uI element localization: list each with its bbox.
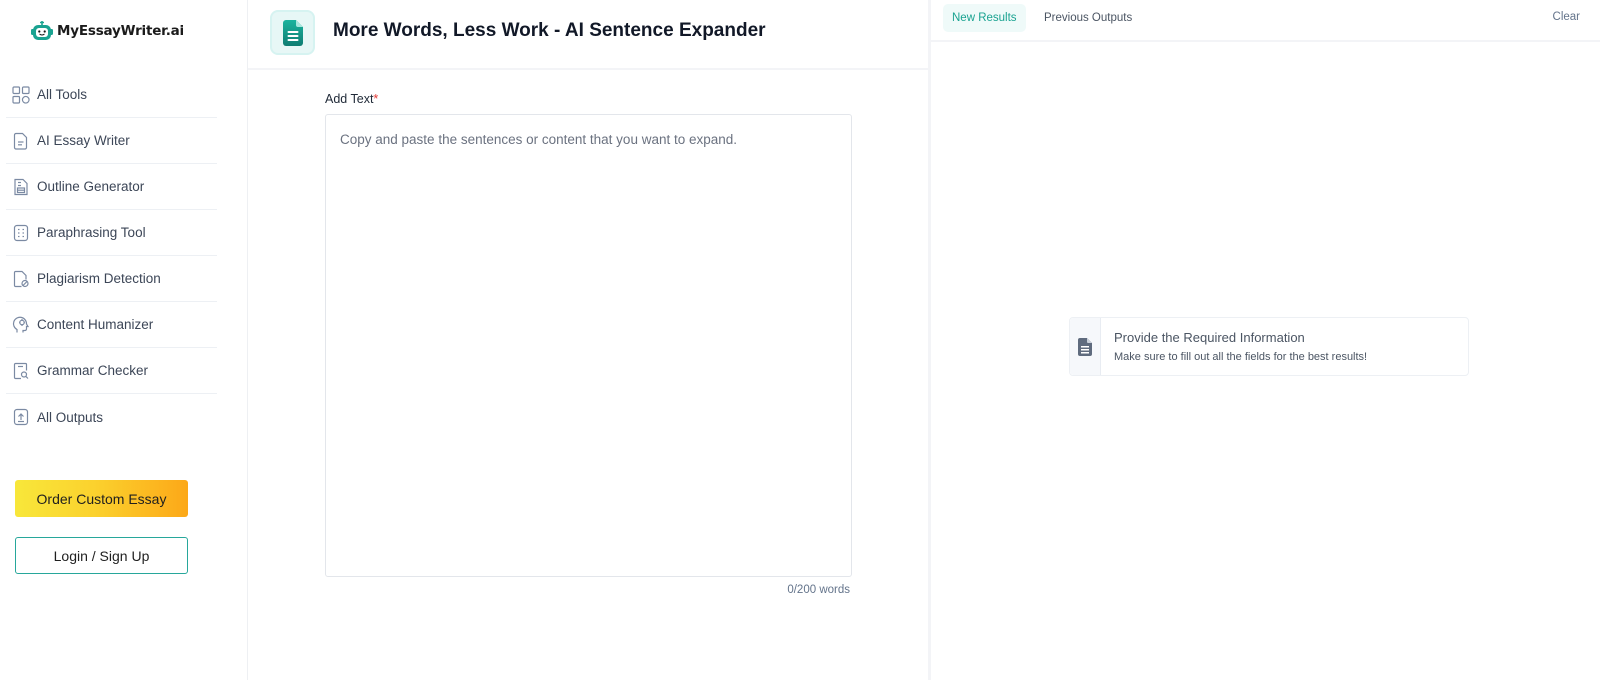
word-count: 0/200 words <box>787 584 850 596</box>
sidebar-item-label: Paraphrasing Tool <box>37 225 146 240</box>
sidebar-item-label: All Outputs <box>37 409 104 425</box>
main-panel: More Words, Less Work - AI Sentence Expa… <box>248 0 931 680</box>
empty-state-text: Provide the Required Information Make su… <box>1101 318 1367 375</box>
tab-previous-outputs[interactable]: Previous Outputs <box>1035 4 1141 32</box>
outline-icon <box>12 178 30 196</box>
add-text-input[interactable] <box>325 114 852 577</box>
login-signup-button[interactable]: Login / Sign Up <box>15 537 188 574</box>
plagiarism-icon <box>12 270 30 288</box>
sidebar-item-label: Outline Generator <box>37 179 145 194</box>
add-text-label: Add Text* <box>325 92 378 106</box>
clear-button[interactable]: Clear <box>1553 11 1580 23</box>
empty-state-subtitle: Make sure to fill out all the fields for… <box>1114 351 1368 363</box>
outputs-icon <box>12 408 30 426</box>
results-header: New Results Previous Outputs Clear <box>931 0 1600 42</box>
brand-logo[interactable]: MyEssayWriter.ai <box>30 20 184 42</box>
sidebar-item-plagiarism-detection[interactable]: Plagiarism Detection <box>6 256 217 302</box>
required-mark: * <box>373 92 379 106</box>
field-label-text: Add Text <box>325 92 374 106</box>
sidebar-item-label: Plagiarism Detection <box>37 271 161 286</box>
document-lines-icon <box>282 19 303 46</box>
info-icon-column <box>1070 318 1101 375</box>
grammar-check-icon <box>12 362 30 380</box>
empty-state-title: Provide the Required Information <box>1114 330 1305 345</box>
tool-icon-badge <box>270 10 315 55</box>
sidebar-item-all-outputs[interactable]: All Outputs <box>6 394 217 440</box>
document-icon <box>12 132 30 150</box>
sidebar-item-label: Grammar Checker <box>37 363 149 378</box>
paraphrase-icon <box>12 224 30 242</box>
sidebar-item-outline-generator[interactable]: Outline Generator <box>6 164 217 210</box>
empty-state-card: Provide the Required Information Make su… <box>1069 317 1469 376</box>
results-panel: New Results Previous Outputs Clear Provi… <box>931 0 1600 680</box>
sidebar-item-label: Content Humanizer <box>37 317 154 332</box>
sidebar-item-grammar-checker[interactable]: Grammar Checker <box>6 348 217 394</box>
sidebar-item-ai-essay-writer[interactable]: AI Essay Writer <box>6 118 217 164</box>
humanizer-icon <box>12 316 30 334</box>
main-header: More Words, Less Work - AI Sentence Expa… <box>248 0 928 70</box>
robot-logo-icon <box>31 21 53 40</box>
page-title: More Words, Less Work - AI Sentence Expa… <box>333 20 766 41</box>
sidebar-item-all-tools[interactable]: All Tools <box>6 72 217 118</box>
sidebar-item-label: AI Essay Writer <box>37 133 130 148</box>
tab-new-results[interactable]: New Results <box>943 4 1026 32</box>
document-icon <box>1078 337 1092 356</box>
sidebar-nav: All Tools AI Essay Writer Outline Genera… <box>6 72 217 440</box>
order-custom-essay-button[interactable]: Order Custom Essay <box>15 480 188 517</box>
sidebar: MyEssayWriter.ai All Tools AI Essay Writ… <box>0 0 248 680</box>
sidebar-item-label: All Tools <box>37 87 88 102</box>
brand-name: MyEssayWriter.ai <box>57 23 184 39</box>
sidebar-item-paraphrasing-tool[interactable]: Paraphrasing Tool <box>6 210 217 256</box>
grid-icon <box>12 85 30 104</box>
sidebar-item-content-humanizer[interactable]: Content Humanizer <box>6 302 217 348</box>
